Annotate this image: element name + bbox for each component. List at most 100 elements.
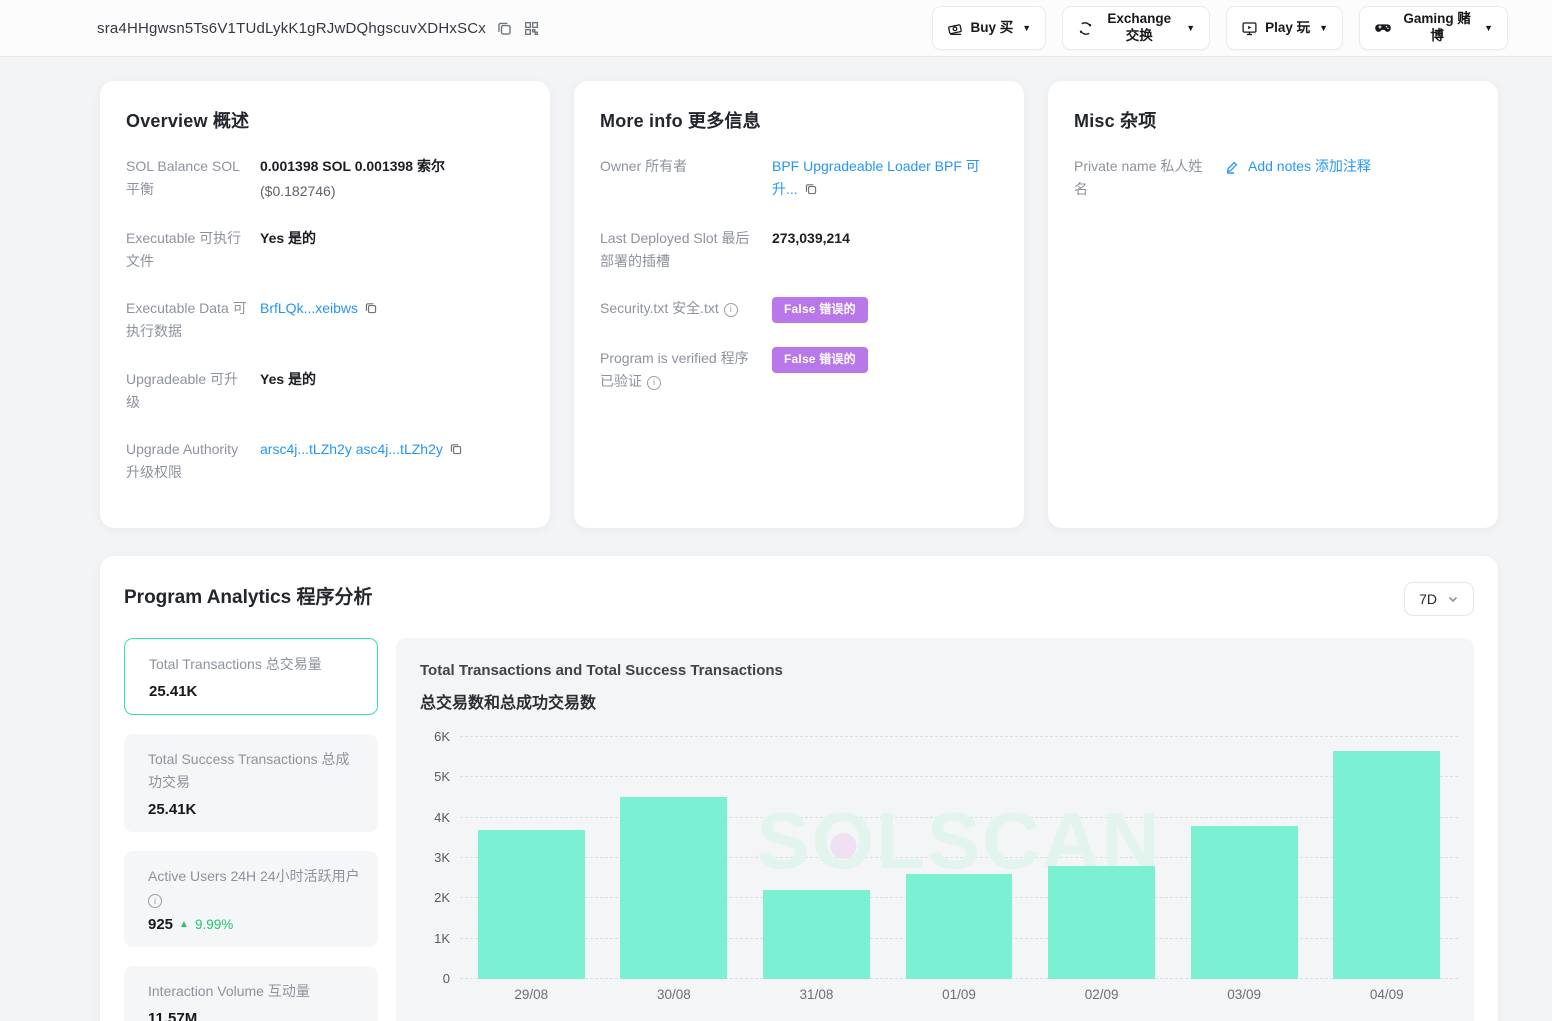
main-content: Overview 概述 SOL Balance SOL 平衡 0.001398 … [0,57,1552,1021]
upgrade-authority-label: Upgrade Authority 升级权限 [126,438,260,484]
metric-total-transactions[interactable]: Total Transactions 总交易量 25.41K [124,638,378,715]
qr-code-icon[interactable] [523,20,540,37]
program-verified-row: Program is verified 程序已验证i False 错误的 [600,347,998,393]
chevron-down-icon: ▼ [1186,23,1195,33]
upgrade-authority-link[interactable]: arsc4j...tLZh2y asc4j...tLZh2y [260,441,443,457]
info-icon[interactable]: i [724,303,738,317]
owner-label: Owner 所有者 [600,155,772,203]
upgrade-authority-row: Upgrade Authority 升级权限 arsc4j...tLZh2y a… [126,438,524,484]
buy-button[interactable]: Buy 买 ▼ [932,6,1047,50]
executable-label: Executable 可执行文件 [126,227,260,273]
metric-label: Active Users 24H 24小时活跃用户 [148,865,362,887]
misc-title: Misc 杂项 [1074,107,1472,133]
gaming-button[interactable]: Gaming 赌博 ▼ [1359,6,1508,50]
solscan-account-page: sra4HHgwsn5Ts6V1TUdLykK1gRJwDQhgscuvXDHx… [0,0,1552,1021]
play-monitor-icon [1241,20,1258,37]
metric-interaction-volume[interactable]: Interaction Volume 互动量 11.57M [124,966,378,1021]
chevron-down-icon: ▼ [1319,23,1328,33]
last-deployed-slot-row: Last Deployed Slot 最后部署的插槽 273,039,214 [600,227,998,273]
up-arrow-icon: ▲ [179,919,189,930]
metric-cards-column: Total Transactions 总交易量 25.41K Total Suc… [124,638,378,1021]
info-icon[interactable]: i [647,376,661,390]
gamepad-icon [1374,19,1392,37]
executable-data-row: Executable Data 可执行数据 BrfLQk...xeibws [126,297,524,343]
header-actions: Buy 买 ▼ Exchange 交换 ▼ [932,6,1508,50]
more-info-card: More info 更多信息 Owner 所有者 BPF Upgradeable… [574,81,1024,528]
chevron-down-icon [1447,593,1459,605]
info-cards-row: Overview 概述 SOL Balance SOL 平衡 0.001398 … [100,81,1498,528]
bar-slot [1030,737,1173,979]
misc-card: Misc 杂项 Private name 私人姓名 Add notes 添加注释 [1048,81,1498,528]
metric-value: 25.41K [149,683,361,700]
x-tick-label: 01/09 [888,987,1031,1002]
copy-icon[interactable] [804,183,818,199]
executable-data-link[interactable]: BrfLQk...xeibws [260,300,358,316]
x-tick-label: 04/09 [1315,987,1458,1002]
metric-value: 11.57M [148,1010,362,1021]
private-name-row: Private name 私人姓名 Add notes 添加注释 [1074,155,1472,201]
executable-row: Executable 可执行文件 Yes 是的 [126,227,524,273]
pencil-icon[interactable] [1224,159,1240,175]
play-button[interactable]: Play 玩 ▼ [1226,6,1343,50]
x-tick-label: 03/09 [1173,987,1316,1002]
y-tick-label: 6K [434,729,450,744]
metric-active-users-24h[interactable]: Active Users 24H 24小时活跃用户 i 925 ▲ 9.99% [124,851,378,946]
program-verified-label: Program is verified 程序已验证i [600,347,772,393]
upgradeable-row: Upgradeable 可升级 Yes 是的 [126,368,524,414]
bars [460,737,1458,979]
copy-address-icon[interactable] [496,20,513,37]
chevron-down-icon: ▼ [1022,23,1031,33]
bar-slot [603,737,746,979]
plot-area: SOLSCAN [460,737,1458,979]
info-icon[interactable]: i [148,894,162,908]
add-notes-link[interactable]: Add notes 添加注释 [1248,155,1371,178]
topbar: sra4HHgwsn5Ts6V1TUdLykK1gRJwDQhgscuvXDHx… [0,0,1552,57]
x-tick-label: 30/08 [603,987,746,1002]
metric-value: 25.41K [148,801,362,818]
x-tick-label: 31/08 [745,987,888,1002]
executable-value: Yes 是的 [260,227,524,273]
bar-03/09[interactable] [1191,826,1298,979]
copy-icon[interactable] [364,302,378,318]
sol-balance-row: SOL Balance SOL 平衡 0.001398 SOL 0.001398… [126,155,524,203]
cash-icon [947,20,964,37]
bar-slot [1173,737,1316,979]
bar-slot [888,737,1031,979]
exchange-button-label: Exchange 交换 [1101,11,1177,45]
time-range-value: 7D [1419,591,1437,607]
buy-button-label: Buy 买 [971,20,1014,37]
metric-value: 925 [148,916,173,933]
bar-31/08[interactable] [763,890,870,979]
bar-slot [460,737,603,979]
chart-subtitle: 总交易数和总成功交易数 [420,689,1458,713]
bar-29/08[interactable] [478,830,585,979]
metric-label: Total Success Transactions 总成功交易 [148,748,362,793]
sol-balance-value: 0.001398 SOL 0.001398 索尔 [260,155,524,178]
analytics-title: Program Analytics 程序分析 [124,582,372,609]
metric-label: Interaction Volume 互动量 [148,980,362,1002]
last-deployed-slot-value: 273,039,214 [772,227,998,273]
bar-02/09[interactable] [1048,866,1155,979]
security-txt-label: Security.txt 安全.txti [600,297,772,323]
x-tick-label: 02/09 [1030,987,1173,1002]
metric-total-success-transactions[interactable]: Total Success Transactions 总成功交易 25.41K [124,734,378,832]
metric-change: 9.99% [195,917,233,932]
chart-title: Total Transactions and Total Success Tra… [420,662,1458,679]
program-analytics-card: Program Analytics 程序分析 7D Total Transact… [100,556,1498,1021]
time-range-select[interactable]: 7D [1404,582,1474,616]
overview-title: Overview 概述 [126,107,524,133]
security-txt-row: Security.txt 安全.txti False 错误的 [600,297,998,323]
x-axis-labels: 29/0830/0831/0801/0902/0903/0904/09 [460,987,1458,1002]
x-tick-label: 29/08 [460,987,603,1002]
upgradeable-label: Upgradeable 可升级 [126,368,260,414]
bar-slot [745,737,888,979]
bar-01/09[interactable] [906,874,1013,979]
sol-balance-label: SOL Balance SOL 平衡 [126,155,260,203]
owner-row: Owner 所有者 BPF Upgradeable Loader BPF 可升.… [600,155,998,203]
exchange-button[interactable]: Exchange 交换 ▼ [1062,6,1210,50]
copy-icon[interactable] [449,443,463,459]
bar-04/09[interactable] [1333,751,1440,979]
y-tick-label: 1K [434,931,450,946]
bar-30/08[interactable] [620,797,727,979]
chevron-down-icon: ▼ [1484,23,1493,33]
